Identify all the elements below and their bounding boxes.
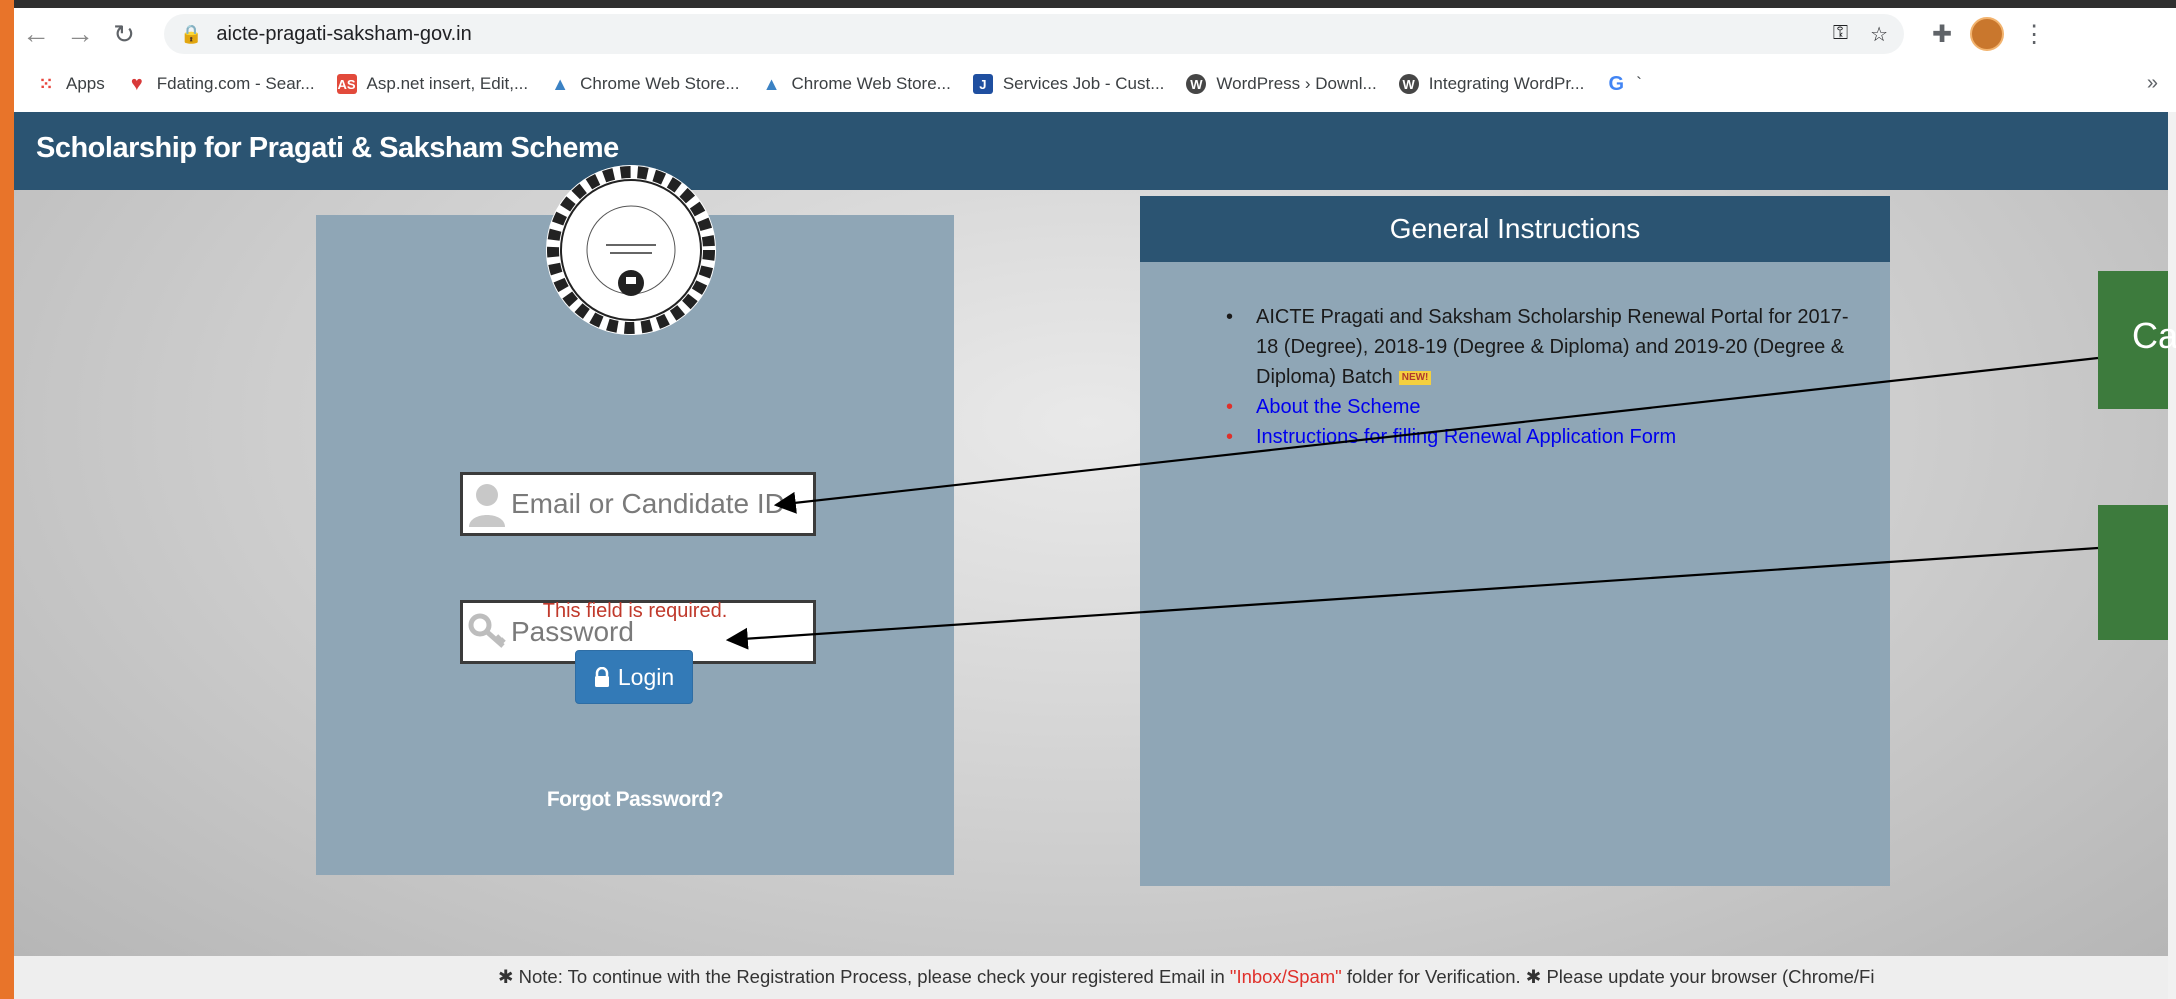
lock-icon: 🔒 xyxy=(180,23,203,44)
wordpress-icon: W xyxy=(1186,74,1207,94)
bookmark-aspnet[interactable]: AS Asp.net insert, Edit,... xyxy=(336,74,528,94)
url-text: aicte-pragati-saksham-gov.in xyxy=(216,22,472,45)
address-row: ← → ↻ 🔒 aicte-pragati-saksham-gov.in ⚿ ☆… xyxy=(14,10,2176,58)
inbox-spam-highlight: "Inbox/Spam" xyxy=(1229,966,1342,987)
wordpress-icon: W xyxy=(1398,74,1419,94)
aicte-logo xyxy=(546,165,716,335)
bookmarks-bar: ⁙ Apps ♥ Fdating.com - Sear... AS Asp.ne… xyxy=(14,62,2176,106)
bookmark-fdating[interactable]: ♥ Fdating.com - Sear... xyxy=(127,72,315,95)
instruction-item-renewal: AICTE Pragati and Saksham Scholarship Re… xyxy=(1222,302,1852,392)
bookmark-services-job[interactable]: J Services Job - Cust... xyxy=(972,74,1164,94)
site-title: Scholarship for Pragati & Saksham Scheme xyxy=(36,132,619,164)
browser-note-bar: ✱ Note: To continue with the Registratio… xyxy=(14,956,2168,999)
tab-strip xyxy=(14,0,2176,8)
bookmark-chrome-store-2[interactable]: ▲ Chrome Web Store... xyxy=(761,73,951,94)
chrome-webstore-icon: ▲ xyxy=(762,73,781,94)
login-button[interactable]: Login xyxy=(575,650,693,704)
bookmark-chrome-store-1[interactable]: ▲ Chrome Web Store... xyxy=(550,74,739,94)
bookmarks-more-icon[interactable]: » xyxy=(2147,72,2158,95)
annotation-callout-email: Ca xyxy=(2098,271,2176,409)
browser-chrome: ← → ↻ 🔒 aicte-pragati-saksham-gov.in ⚿ ☆… xyxy=(14,0,2176,112)
renewal-instructions-link[interactable]: Instructions for filling Renewal Applica… xyxy=(1222,422,1852,452)
bookmark-google[interactable]: G ` xyxy=(1606,72,1642,95)
forward-icon[interactable]: → xyxy=(58,12,102,56)
instructions-title: General Instructions xyxy=(1140,196,1890,262)
apps-grid-icon: ⁙ xyxy=(38,73,54,94)
extensions-icon[interactable]: ✚ xyxy=(1932,20,1952,49)
google-icon: G xyxy=(1608,72,1625,95)
scrollbar[interactable] xyxy=(2168,112,2176,999)
back-icon[interactable]: ← xyxy=(14,12,58,56)
validation-error: This field is required. xyxy=(542,600,728,622)
menu-icon[interactable]: ⋮ xyxy=(2022,20,2046,49)
bookmark-integrating-wordpress[interactable]: W Integrating WordPr... xyxy=(1398,74,1584,94)
forgot-password-link[interactable]: Forgot Password? xyxy=(316,788,954,812)
j-icon: J xyxy=(972,74,993,94)
login-label: Login xyxy=(617,663,675,690)
profile-avatar[interactable] xyxy=(1970,17,2005,51)
annotation-callout-password xyxy=(2098,505,2168,640)
site-header: Scholarship for Pragati & Saksham Scheme xyxy=(14,112,2168,190)
star-icon[interactable]: ☆ xyxy=(1870,22,1888,47)
asp-icon: AS xyxy=(336,74,357,94)
heart-icon: ♥ xyxy=(130,72,143,95)
bookmark-apps[interactable]: ⁙ Apps xyxy=(36,73,104,94)
left-accent-stripe xyxy=(0,0,14,999)
callout-label: Ca xyxy=(2132,315,2176,356)
lock-icon xyxy=(594,667,609,687)
email-field[interactable] xyxy=(460,472,816,536)
about-scheme-link[interactable]: About the Scheme xyxy=(1222,392,1852,422)
chrome-webstore-icon: ▲ xyxy=(551,73,570,94)
new-badge: NEW! xyxy=(1398,370,1432,385)
bookmark-wordpress-download[interactable]: W WordPress › Downl... xyxy=(1186,74,1377,94)
reload-icon[interactable]: ↻ xyxy=(102,12,146,56)
email-input[interactable] xyxy=(511,488,801,520)
user-icon xyxy=(463,475,511,533)
key-icon[interactable]: ⚿ xyxy=(1833,22,1848,47)
instructions-list: AICTE Pragati and Saksham Scholarship Re… xyxy=(1222,302,1852,452)
address-bar[interactable]: 🔒 aicte-pragati-saksham-gov.in ⚿ ☆ xyxy=(164,14,1904,54)
instructions-panel xyxy=(1140,196,1890,886)
